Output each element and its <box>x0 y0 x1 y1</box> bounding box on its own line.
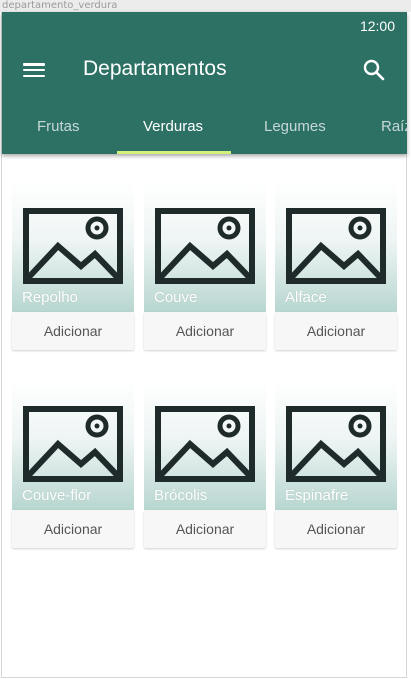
device-screen: 12:00 Departamentos Frutas Verduras Legu… <box>1 12 407 678</box>
add-button[interactable]: Adicionar <box>144 312 266 350</box>
product-name: Repolho <box>22 289 78 306</box>
product-card: Repolho Adicionar <box>12 182 134 350</box>
product-card: Brócolis Adicionar <box>144 380 266 548</box>
search-icon[interactable] <box>362 58 386 82</box>
product-card: Couve Adicionar <box>144 182 266 350</box>
product-name: Espinafre <box>285 487 349 504</box>
page-title: Departamentos <box>83 57 227 80</box>
tab-frutas[interactable]: Frutas <box>37 118 80 135</box>
tab-legumes[interactable]: Legumes <box>264 118 326 135</box>
product-card: Alface Adicionar <box>275 182 397 350</box>
add-button[interactable]: Adicionar <box>275 510 397 548</box>
status-time: 12:00 <box>359 18 395 34</box>
add-button[interactable]: Adicionar <box>144 510 266 548</box>
product-image[interactable]: Alface <box>275 182 397 312</box>
image-placeholder-icon <box>23 406 123 482</box>
product-image[interactable]: Repolho <box>12 182 134 312</box>
product-card: Espinafre Adicionar <box>275 380 397 548</box>
product-name: Alface <box>285 289 327 306</box>
image-placeholder-icon <box>286 208 386 284</box>
app-bar: 12:00 Departamentos Frutas Verduras Legu… <box>2 12 407 154</box>
image-placeholder-icon <box>23 208 123 284</box>
product-image[interactable]: Espinafre <box>275 380 397 510</box>
product-name: Couve-flor <box>22 487 92 504</box>
product-image[interactable]: Brócolis <box>144 380 266 510</box>
tab-bar: Frutas Verduras Legumes Raízes <box>2 112 407 154</box>
product-name: Couve <box>154 289 198 306</box>
tab-raizes[interactable]: Raízes <box>381 118 407 135</box>
menu-icon[interactable] <box>22 60 46 80</box>
image-placeholder-icon <box>155 208 255 284</box>
product-image[interactable]: Couve-flor <box>12 380 134 510</box>
frame-label: departamento_verdura <box>0 0 411 12</box>
tab-indicator <box>117 151 231 154</box>
product-card: Couve-flor Adicionar <box>12 380 134 548</box>
add-button[interactable]: Adicionar <box>12 510 134 548</box>
add-button[interactable]: Adicionar <box>12 312 134 350</box>
tab-verduras[interactable]: Verduras <box>143 118 203 135</box>
image-placeholder-icon <box>286 406 386 482</box>
image-placeholder-icon <box>155 406 255 482</box>
product-name: Brócolis <box>154 487 208 504</box>
add-button[interactable]: Adicionar <box>275 312 397 350</box>
product-image[interactable]: Couve <box>144 182 266 312</box>
